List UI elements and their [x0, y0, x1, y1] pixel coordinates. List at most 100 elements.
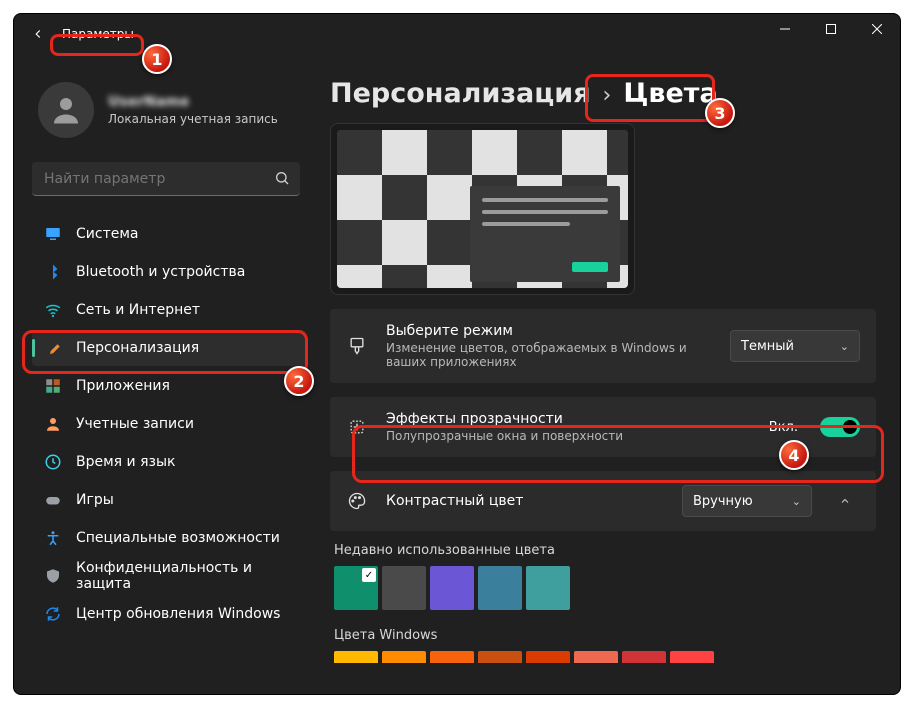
mode-subtitle: Изменение цветов, отображаемых в Windows…	[386, 341, 712, 369]
arrow-left-icon	[31, 27, 45, 41]
sidebar-item-label: Система	[76, 226, 138, 242]
sidebar-item-9[interactable]: Конфиденциальность и защита	[32, 558, 306, 594]
sidebar-item-label: Конфиденциальность и защита	[76, 560, 294, 592]
settings-window: Параметры UserName Локальная учетная зап…	[13, 13, 901, 695]
color-swatch[interactable]	[430, 651, 474, 663]
check-icon: ✓	[362, 568, 376, 582]
breadcrumb: Персонализация › Цвета	[326, 62, 880, 123]
close-icon	[872, 24, 882, 34]
color-swatch[interactable]	[670, 651, 714, 663]
windows-colors-row	[334, 651, 876, 663]
person-icon	[48, 92, 84, 128]
transparency-subtitle: Полупрозрачные окна и поверхности	[386, 429, 751, 443]
monitor-icon	[44, 225, 62, 243]
sidebar-item-label: Центр обновления Windows	[76, 606, 280, 622]
sidebar-item-7[interactable]: Игры	[32, 482, 306, 518]
user-subtitle: Локальная учетная запись	[108, 112, 278, 126]
color-swatch[interactable]	[526, 566, 570, 610]
person-icon	[44, 415, 62, 433]
accent-title: Контрастный цвет	[386, 493, 664, 509]
palette-icon	[346, 491, 368, 511]
clock-icon	[44, 453, 62, 471]
sidebar: UserName Локальная учетная запись Систем…	[14, 54, 314, 694]
user-name: UserName	[108, 94, 278, 110]
sidebar-item-0[interactable]: Система	[32, 216, 306, 252]
recent-colors-section: Недавно использованные цвета ✓	[330, 543, 876, 610]
sidebar-item-label: Учетные записи	[76, 416, 194, 432]
accent-dropdown[interactable]: Вручную ⌄	[682, 485, 812, 517]
color-swatch[interactable]: ✓	[334, 566, 378, 610]
windows-colors-heading: Цвета Windows	[334, 628, 876, 643]
sidebar-item-5[interactable]: Учетные записи	[32, 406, 306, 442]
apps-icon	[44, 377, 62, 395]
bluetooth-icon	[44, 263, 62, 281]
gamepad-icon	[44, 491, 62, 509]
mode-dropdown[interactable]: Темный ⌄	[730, 330, 860, 362]
color-swatch[interactable]	[478, 566, 522, 610]
chevron-down-icon: ⌄	[840, 340, 849, 353]
sidebar-item-10[interactable]: Центр обновления Windows	[32, 596, 306, 632]
color-swatch[interactable]	[382, 651, 426, 663]
sidebar-item-4[interactable]: Приложения	[32, 368, 306, 404]
search-input[interactable]	[32, 162, 300, 196]
search-box[interactable]	[32, 162, 300, 196]
maximize-icon	[826, 24, 836, 34]
color-swatch[interactable]	[622, 651, 666, 663]
chevron-down-icon: ⌄	[792, 495, 801, 508]
collapse-button[interactable]	[830, 486, 860, 516]
theme-preview	[330, 123, 635, 295]
transparency-toggle[interactable]	[820, 417, 860, 437]
sidebar-item-label: Специальные возможности	[76, 530, 280, 546]
brush-icon	[44, 339, 62, 357]
sidebar-item-2[interactable]: Сеть и Интернет	[32, 292, 306, 328]
sparkle-icon	[346, 417, 368, 437]
color-swatch[interactable]	[526, 651, 570, 663]
avatar	[38, 82, 94, 138]
color-swatch[interactable]	[334, 651, 378, 663]
sidebar-item-label: Время и язык	[76, 454, 175, 470]
minimize-button[interactable]	[762, 14, 808, 44]
sidebar-item-3[interactable]: Персонализация	[32, 330, 306, 366]
windows-colors-section: Цвета Windows	[330, 628, 876, 663]
sidebar-item-label: Приложения	[76, 378, 170, 394]
recent-swatches: ✓	[334, 566, 876, 610]
color-swatch[interactable]	[430, 566, 474, 610]
accent-card[interactable]: Контрастный цвет Вручную ⌄	[330, 471, 876, 531]
toggle-state-label: Вкл.	[769, 420, 798, 435]
mode-value: Темный	[741, 339, 794, 354]
sidebar-item-1[interactable]: Bluetooth и устройства	[32, 254, 306, 290]
sidebar-item-label: Игры	[76, 492, 114, 508]
shield-icon	[44, 567, 62, 585]
brush-icon	[346, 336, 368, 356]
chevron-up-icon	[839, 495, 851, 507]
sidebar-item-8[interactable]: Специальные возможности	[32, 520, 306, 556]
chevron-right-icon: ›	[603, 83, 612, 108]
nav-list: Система Bluetooth и устройства Сеть и Инте…	[32, 216, 306, 632]
sidebar-item-label: Персонализация	[76, 340, 199, 356]
back-button[interactable]	[22, 18, 54, 50]
main-content: Персонализация › Цвета	[314, 54, 900, 694]
sidebar-item-label: Сеть и Интернет	[76, 302, 200, 318]
maximize-button[interactable]	[808, 14, 854, 44]
color-swatch[interactable]	[478, 651, 522, 663]
annotation-badge: 4	[779, 440, 809, 470]
breadcrumb-current: Цвета	[623, 78, 717, 109]
preview-window-icon	[470, 186, 620, 282]
user-block[interactable]: UserName Локальная учетная запись	[32, 60, 306, 160]
app-title: Параметры	[54, 25, 142, 43]
accent-value: Вручную	[693, 494, 753, 509]
search-icon	[274, 170, 290, 186]
wifi-icon	[44, 301, 62, 319]
minimize-icon	[780, 24, 790, 34]
sidebar-item-6[interactable]: Время и язык	[32, 444, 306, 480]
sidebar-item-label: Bluetooth и устройства	[76, 264, 245, 280]
close-button[interactable]	[854, 14, 900, 44]
mode-card[interactable]: Выберите режим Изменение цветов, отображ…	[330, 309, 876, 383]
breadcrumb-parent[interactable]: Персонализация	[330, 78, 591, 109]
annotation-badge: 2	[284, 366, 314, 396]
update-icon	[44, 605, 62, 623]
recent-heading: Недавно использованные цвета	[334, 543, 876, 558]
annotation-badge: 1	[142, 44, 172, 74]
color-swatch[interactable]	[574, 651, 618, 663]
color-swatch[interactable]	[382, 566, 426, 610]
